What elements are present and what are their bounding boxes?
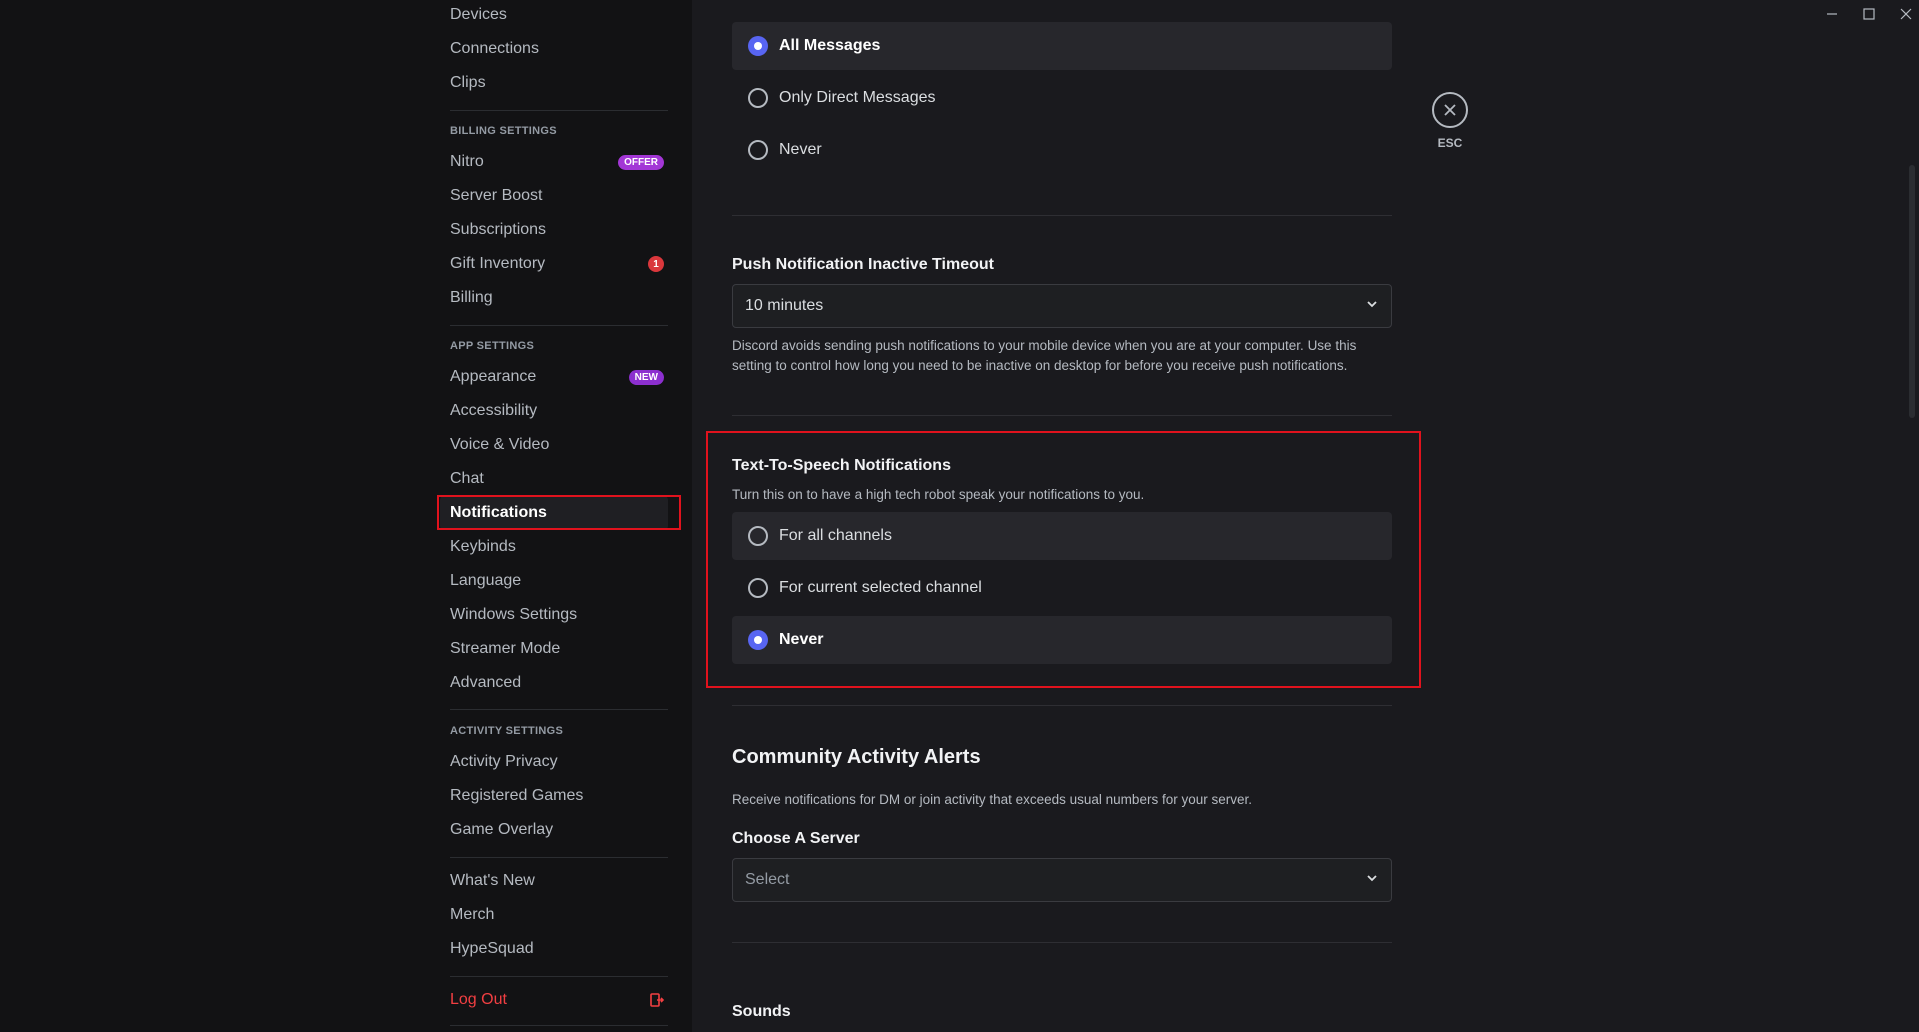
choose-server-placeholder: Select	[745, 871, 789, 889]
push-timeout-label: Push Notification Inactive Timeout	[732, 256, 994, 274]
sidebar-divider	[450, 976, 668, 977]
sounds-label: Sounds	[732, 1003, 791, 1021]
content-divider	[732, 942, 1392, 943]
billing-settings-header: BILLING SETTINGS	[450, 125, 557, 137]
sidebar-item-log-out[interactable]: Log Out	[440, 983, 668, 1017]
push-timeout-description: Discord avoids sending push notification…	[732, 336, 1392, 376]
choose-server-select[interactable]: Select	[732, 858, 1392, 902]
radio-never-push[interactable]: Never	[732, 126, 1392, 174]
chevron-down-icon	[1365, 871, 1379, 890]
logout-icon	[650, 993, 664, 1007]
close-icon	[1432, 92, 1468, 128]
maximize-icon[interactable]	[1863, 8, 1875, 20]
gift-count-badge: 1	[648, 256, 664, 272]
community-alerts-description: Receive notifications for DM or join act…	[732, 790, 1392, 810]
sidebar-item-voice-video[interactable]: Voice & Video	[440, 428, 668, 462]
sidebar-item-appearance[interactable]: Appearance NEW	[440, 360, 668, 394]
sidebar-item-game-overlay[interactable]: Game Overlay	[440, 813, 668, 847]
sidebar-item-devices[interactable]: Devices	[440, 0, 668, 32]
content-divider	[732, 215, 1392, 216]
content-divider	[732, 415, 1392, 416]
close-settings-button[interactable]: ESC	[1432, 92, 1468, 150]
content-divider	[732, 705, 1392, 706]
window-close-icon[interactable]	[1900, 8, 1912, 20]
sidebar-item-connections[interactable]: Connections	[440, 32, 668, 66]
radio-indicator	[748, 140, 768, 160]
sidebar-item-streamer-mode[interactable]: Streamer Mode	[440, 632, 668, 666]
sidebar-item-registered-games[interactable]: Registered Games	[440, 779, 668, 813]
sidebar-item-clips[interactable]: Clips	[440, 66, 668, 100]
offer-badge: OFFER	[618, 155, 664, 170]
sidebar-item-windows-settings[interactable]: Windows Settings	[440, 598, 668, 632]
push-timeout-select[interactable]: 10 minutes	[732, 284, 1392, 328]
sidebar-item-accessibility[interactable]: Accessibility	[440, 394, 668, 428]
minimize-icon[interactable]	[1826, 8, 1838, 20]
new-badge: NEW	[629, 370, 664, 385]
sidebar-item-hypesquad[interactable]: HypeSquad	[440, 932, 668, 966]
sidebar-item-gift-inventory[interactable]: Gift Inventory 1	[440, 247, 668, 281]
sidebar-item-merch[interactable]: Merch	[440, 898, 668, 932]
sidebar-item-language[interactable]: Language	[440, 564, 668, 598]
app-settings-header: APP SETTINGS	[450, 340, 534, 352]
sidebar-divider	[450, 857, 668, 858]
notifications-highlight-box	[437, 495, 681, 530]
sidebar-divider	[450, 325, 668, 326]
radio-all-messages[interactable]: All Messages	[732, 22, 1392, 70]
radio-checked-indicator	[748, 36, 768, 56]
push-timeout-value: 10 minutes	[745, 297, 823, 315]
sidebar-item-activity-privacy[interactable]: Activity Privacy	[440, 745, 668, 779]
sidebar-item-whats-new[interactable]: What's New	[440, 864, 668, 898]
sidebar-item-subscriptions[interactable]: Subscriptions	[440, 213, 668, 247]
choose-server-label: Choose A Server	[732, 830, 860, 848]
activity-settings-header: ACTIVITY SETTINGS	[450, 725, 563, 737]
sidebar-item-advanced[interactable]: Advanced	[440, 666, 668, 700]
sidebar-divider	[450, 110, 668, 111]
sidebar-divider	[450, 1025, 668, 1026]
sidebar-divider	[450, 709, 668, 710]
community-alerts-heading: Community Activity Alerts	[732, 746, 981, 769]
tts-highlight-box	[706, 431, 1421, 688]
sidebar-item-server-boost[interactable]: Server Boost	[440, 179, 668, 213]
esc-label: ESC	[1438, 136, 1463, 150]
radio-only-direct-messages[interactable]: Only Direct Messages	[732, 74, 1392, 122]
sidebar-item-billing[interactable]: Billing	[440, 281, 668, 315]
content-scrollbar[interactable]	[1909, 165, 1915, 418]
sidebar-item-keybinds[interactable]: Keybinds	[440, 530, 668, 564]
radio-indicator	[748, 88, 768, 108]
sidebar-item-nitro[interactable]: Nitro OFFER	[440, 145, 668, 179]
chevron-down-icon	[1365, 297, 1379, 316]
sidebar-item-chat[interactable]: Chat	[440, 462, 668, 496]
